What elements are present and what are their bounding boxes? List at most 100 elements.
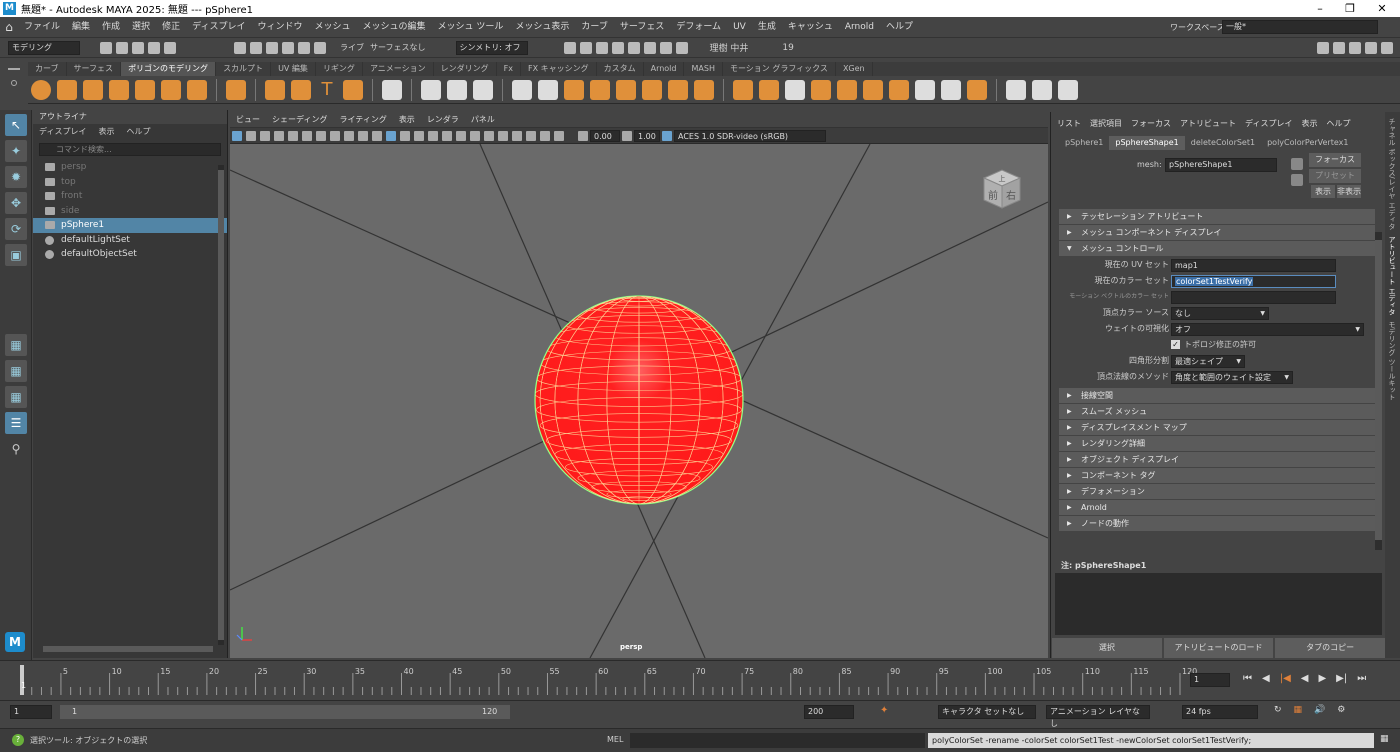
circularize-icon[interactable] <box>889 79 909 100</box>
current-frame-field[interactable]: 1 <box>1190 673 1230 687</box>
append-to-polygon-icon[interactable] <box>785 79 805 100</box>
redo-icon[interactable] <box>164 41 176 54</box>
right-panel-tab[interactable]: アトリビュート エディタ <box>1387 236 1397 315</box>
insert-edge-loop-icon[interactable] <box>1058 79 1078 100</box>
hide-button[interactable]: 非表示 <box>1337 185 1361 198</box>
show-button[interactable]: 表示 <box>1311 185 1335 198</box>
wireframe-icon[interactable] <box>372 130 382 141</box>
ae-menu-item[interactable]: 選択項目 <box>1090 119 1122 128</box>
new-scene-icon[interactable] <box>100 41 112 54</box>
menu-item[interactable]: メッシュ表示 <box>509 17 575 38</box>
play-forward-icon[interactable]: ▶ <box>1318 673 1326 684</box>
film-gate-icon[interactable] <box>302 130 312 141</box>
preset-button[interactable]: プリセット <box>1309 169 1361 183</box>
menu-item[interactable]: デフォーム <box>670 17 727 38</box>
ae-node-tab[interactable]: polyColorPerVertex1 <box>1261 136 1354 150</box>
fps-select[interactable]: 24 fps <box>1182 705 1258 719</box>
notes-textarea[interactable] <box>1055 573 1382 635</box>
ae-bottom-button[interactable]: アトリビュートのロード <box>1163 638 1274 658</box>
ae-menu-item[interactable]: アトリビュート <box>1180 119 1236 128</box>
motion-blur-icon[interactable] <box>470 130 480 141</box>
shelf-tab[interactable]: ポリゴンのモデリング <box>121 62 217 76</box>
center-pivot-icon[interactable] <box>421 79 441 100</box>
ae-section-mesh-controls[interactable]: メッシュ コントロール <box>1059 241 1375 256</box>
arnold-render-icon[interactable] <box>643 41 656 54</box>
ae-section[interactable]: ノードの動作 <box>1059 516 1375 531</box>
live-surface-value[interactable]: サーフェスなし <box>370 42 426 53</box>
anti-aliasing-icon[interactable] <box>484 130 494 141</box>
super-shape-icon[interactable] <box>265 79 285 100</box>
channel-box-icon[interactable] <box>1365 41 1377 54</box>
menu-item[interactable]: 選択 <box>126 17 156 38</box>
poly-cone-icon[interactable] <box>109 79 129 100</box>
select-hierarchy-icon[interactable] <box>234 41 246 54</box>
single-perspective-layout-icon[interactable]: ▦ <box>5 334 27 356</box>
move-tool-icon[interactable]: ✥ <box>5 192 27 214</box>
select-tool-icon[interactable]: ↖ <box>5 114 27 136</box>
menu-item[interactable]: メッシュ ツール <box>432 17 510 38</box>
uv-set-field[interactable]: map1 <box>1171 259 1336 272</box>
quad-split-select[interactable]: 最適シェイプ ▼ <box>1171 355 1245 368</box>
outliner-item[interactable]: defaultLightSet <box>33 233 227 248</box>
ae-node-tab[interactable]: pSphere1 <box>1059 136 1109 150</box>
pause-icon[interactable] <box>675 41 688 54</box>
outliner-layout-icon[interactable]: ☰ <box>5 412 27 434</box>
viewport-canvas[interactable] <box>230 144 1048 658</box>
outliner-item[interactable]: persp <box>33 160 227 175</box>
target-weld-icon[interactable] <box>1032 79 1052 100</box>
outliner-scrollbar-thumb[interactable] <box>218 170 224 640</box>
weight-display-select[interactable]: オフ ▼ <box>1171 323 1364 336</box>
freeze-transform-icon[interactable] <box>447 79 467 100</box>
outliner-toggle-icon[interactable] <box>1381 41 1393 54</box>
ae-section[interactable]: ディスプレイスメント マップ <box>1059 420 1375 435</box>
focus-output-icon[interactable] <box>1291 174 1303 186</box>
shelf-tab[interactable]: モーション グラフィックス <box>723 62 836 76</box>
ae-section[interactable]: テッセレーション アトリビュート <box>1059 209 1375 224</box>
workspace-select[interactable]: 一般* <box>1222 20 1378 34</box>
triangulate-icon[interactable] <box>967 79 987 100</box>
outliner-item[interactable]: side <box>33 204 227 219</box>
select-component-icon[interactable] <box>266 41 278 54</box>
ae-menu-item[interactable]: ヘルプ <box>1326 119 1350 128</box>
auto-key-icon[interactable]: ✦ <box>880 705 888 716</box>
ae-scrollbar-thumb[interactable] <box>1375 240 1382 540</box>
menu-item[interactable]: 生成 <box>752 17 782 38</box>
shelf-tab[interactable]: カスタム <box>597 62 644 76</box>
animation-end-field[interactable]: 200 <box>804 705 854 719</box>
ae-menu-item[interactable]: ディスプレイ <box>1245 119 1292 128</box>
paint-select-icon[interactable]: ✹ <box>5 166 27 188</box>
close-button[interactable]: ✕ <box>1362 0 1400 17</box>
render-settings-icon[interactable] <box>595 41 608 54</box>
poly-torus-icon[interactable] <box>135 79 155 100</box>
menu-item[interactable]: UV <box>727 17 752 38</box>
command-input[interactable] <box>630 733 925 748</box>
field-chart-icon[interactable] <box>344 130 354 141</box>
ae-bottom-button[interactable]: タブのコピー <box>1275 638 1386 658</box>
shadows-icon[interactable] <box>442 130 452 141</box>
ae-section[interactable]: コンポーネント タグ <box>1059 468 1375 483</box>
tool-settings-icon[interactable] <box>1349 41 1361 54</box>
wireframe-on-shaded-icon[interactable] <box>400 130 410 141</box>
smooth-shade-icon[interactable] <box>386 130 396 141</box>
bookmark-icon[interactable] <box>260 130 270 141</box>
open-scene-icon[interactable] <box>116 41 128 54</box>
step-back-frame-icon[interactable]: |◀ <box>1280 673 1291 684</box>
poly-sphere-icon[interactable] <box>31 79 51 100</box>
scale-tool-icon[interactable]: ▣ <box>5 244 27 266</box>
viewport-menu-item[interactable]: ライティング <box>333 112 392 128</box>
menu-icon[interactable] <box>8 68 20 70</box>
audio-icon[interactable]: 🔊 <box>1314 705 1325 715</box>
script-language-toggle[interactable]: MEL <box>607 735 623 744</box>
save-scene-icon[interactable] <box>132 41 144 54</box>
menu-item[interactable]: ファイル <box>18 17 66 38</box>
depth-of-field-icon[interactable] <box>498 130 508 141</box>
color-management-icon[interactable] <box>662 130 672 141</box>
menu-item[interactable]: 作成 <box>96 17 126 38</box>
right-panel-tab[interactable]: チャネル ボックス/レイヤ エディタ <box>1387 118 1397 230</box>
bridge-icon[interactable] <box>759 79 779 100</box>
outliner-scrollbar[interactable] <box>218 165 224 645</box>
backface-culling-icon[interactable] <box>554 130 564 141</box>
merge-icon[interactable] <box>915 79 935 100</box>
search-icon[interactable]: ⚲ <box>5 438 27 460</box>
retopologize-icon[interactable] <box>668 79 688 100</box>
